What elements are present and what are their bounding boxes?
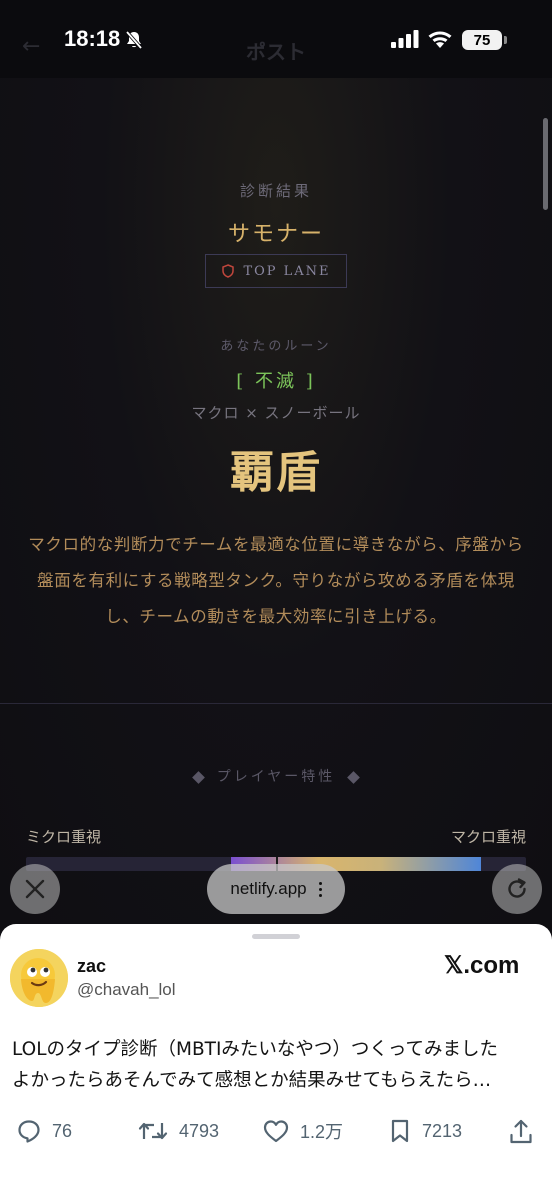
- post-text-line: よかったらあそんでみて感想とか結果みせてもらえたら…: [12, 1070, 492, 1091]
- result-label: 診断結果: [239, 182, 312, 200]
- signal-icon: [391, 30, 419, 48]
- like-button[interactable]: 1.2万: [262, 1118, 343, 1144]
- rune-title: 覇盾: [230, 447, 322, 498]
- avatar[interactable]: [10, 949, 68, 1007]
- share-button[interactable]: [508, 1118, 534, 1146]
- post-text-line: LOLのタイプ診断（MBTIみたいなやつ）つくってみました: [12, 1039, 499, 1060]
- reload-icon: [508, 878, 526, 898]
- bookmark-icon: [391, 1119, 409, 1143]
- post-user-name[interactable]: zac: [77, 956, 106, 977]
- lane-text: TOP LANE: [243, 263, 331, 279]
- reload-button[interactable]: [492, 864, 542, 914]
- lane-badge: TOP LANE: [205, 254, 347, 288]
- repost-count: 4793: [179, 1120, 220, 1141]
- rune-name: [ 不滅 ]: [236, 371, 316, 392]
- result-name: サモナー: [227, 222, 324, 247]
- like-icon: [263, 1120, 289, 1143]
- web-content: ← ポスト 診断結果 サモナー TOP LANE あなたのルーン [ 不滅 ] …: [0, 0, 552, 935]
- app-header-title: ポスト: [246, 40, 306, 64]
- back-arrow-icon[interactable]: ←: [22, 34, 40, 59]
- source-site[interactable]: 𝕏.com: [444, 951, 519, 980]
- share-icon: [510, 1119, 532, 1144]
- traits-heading: プレイヤー特性: [0, 766, 552, 786]
- bookmark-button[interactable]: 7213: [388, 1118, 462, 1144]
- reply-count: 76: [52, 1120, 73, 1141]
- traits-title: プレイヤー特性: [216, 769, 336, 785]
- trait-left-label: ミクロ重視: [26, 828, 102, 846]
- battery-nub: [504, 36, 507, 44]
- reply-button[interactable]: 76: [16, 1118, 72, 1144]
- repost-button[interactable]: 4793: [137, 1118, 219, 1144]
- rune-label: あなたのルーン: [220, 339, 332, 354]
- status-time: 18:18: [64, 26, 121, 51]
- battery-indicator: 75: [462, 30, 502, 50]
- diamond-icon: [347, 770, 361, 784]
- post-user-handle[interactable]: @chavah_lol: [77, 980, 176, 1000]
- bookmark-count: 7213: [422, 1120, 463, 1141]
- sheet-handle[interactable]: [252, 934, 300, 939]
- more-icon[interactable]: [318, 881, 322, 897]
- repost-icon: [138, 1122, 168, 1140]
- reply-icon: [18, 1120, 40, 1143]
- link-preview-sheet[interactable]: zac @chavah_lol 𝕏.com LOLのタイプ診断（MBTIみたいな…: [0, 924, 552, 1200]
- wifi-icon: [428, 31, 452, 48]
- post-text[interactable]: LOLのタイプ診断（MBTIみたいなやつ）つくってみました よかったらあそんでみ…: [12, 1034, 542, 1096]
- melting-face-icon: [10, 949, 68, 1007]
- close-button[interactable]: [10, 864, 60, 914]
- like-count: 1.2万: [300, 1122, 344, 1142]
- trait-right-label: マクロ重視: [450, 828, 526, 846]
- close-icon: [25, 879, 45, 899]
- section-divider: [0, 703, 552, 704]
- shield-icon: [222, 264, 235, 278]
- result-description: マクロ的な判断力でチームを最適な位置に導きながら、序盤から盤面を有利にする戦略型…: [28, 535, 524, 626]
- diamond-icon: [191, 770, 205, 784]
- url-text: netlify.app: [230, 879, 307, 898]
- rune-combo: マクロ × スノーボール: [191, 404, 361, 422]
- bell-slash-icon: [125, 30, 143, 50]
- url-pill[interactable]: netlify.app: [207, 864, 345, 914]
